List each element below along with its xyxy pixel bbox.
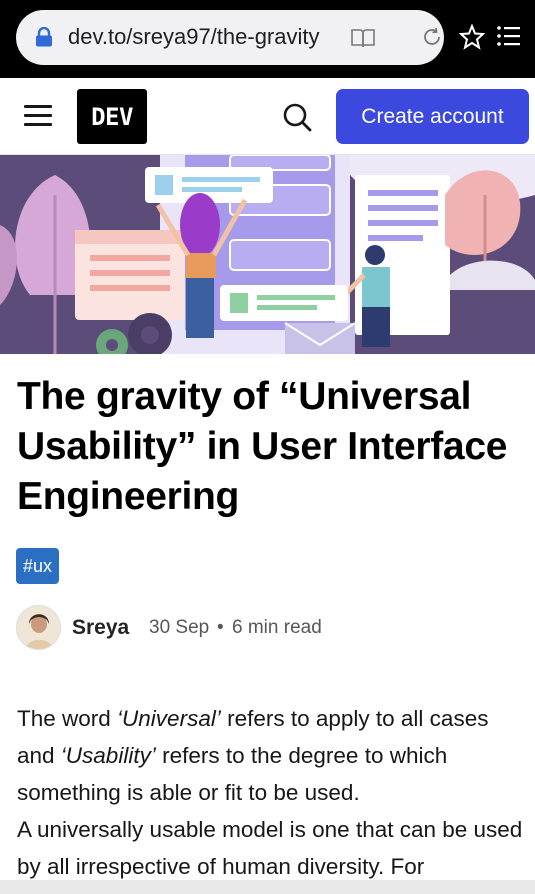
menu-icon[interactable] [496,24,522,50]
publish-date: 30 Sep [149,617,210,638]
author-avatar[interactable] [16,605,61,650]
reload-icon[interactable] [421,26,443,48]
url-text[interactable]: dev.to/sreya97/the-gravity [68,24,343,50]
create-account-button[interactable]: Create account [336,89,529,144]
author-name[interactable]: Sreya [72,616,129,640]
dev-logo[interactable]: DEV [77,89,147,144]
address-bar[interactable]: dev.to/sreya97/the-gravity [16,10,444,65]
article-title: The gravity of “Universal Usability” in … [17,375,508,518]
lock-icon[interactable] [35,27,53,47]
tag-ux[interactable]: #ux [16,548,60,584]
cover-image [0,155,535,354]
site-header: DEV Create account [0,78,535,155]
reader-mode-icon[interactable] [350,27,376,49]
browser-toolbar: dev.to/sreya97/the-gravity [0,0,535,78]
paragraph-1: The word ‘Universal’ refers to apply to … [17,706,489,805]
search-icon[interactable] [282,102,312,132]
hamburger-menu-icon[interactable] [24,105,52,127]
read-time: 6 min read [232,617,322,638]
paragraph-2: A universally usable model is one that c… [17,817,523,879]
star-icon[interactable] [459,24,485,50]
article-body: The word ‘Universal’ refers to apply to … [17,700,527,885]
meta-separator: • [217,617,224,638]
bottom-bar [0,880,535,894]
